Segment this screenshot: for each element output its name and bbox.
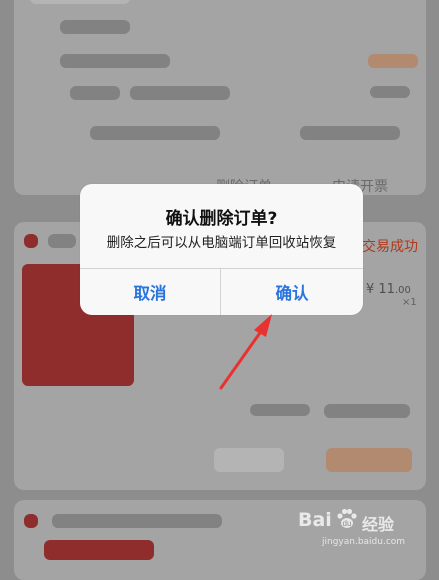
arrow-head: [254, 314, 272, 337]
baidu-jingyan-watermark: Bai du 经验 jingyan.baidu.com: [298, 503, 438, 553]
watermark-brand: Bai: [298, 509, 332, 531]
watermark-url: jingyan.baidu.com: [322, 537, 406, 547]
watermark-brand-tail: 经验: [362, 515, 395, 534]
annotation-arrow-icon: [219, 314, 272, 390]
app-screen: { "background": { "order_actions": ["删除订…: [0, 0, 439, 580]
arrow-shaft: [219, 328, 264, 390]
paw-icon: du: [337, 508, 357, 528]
paw-label: du: [343, 519, 352, 528]
